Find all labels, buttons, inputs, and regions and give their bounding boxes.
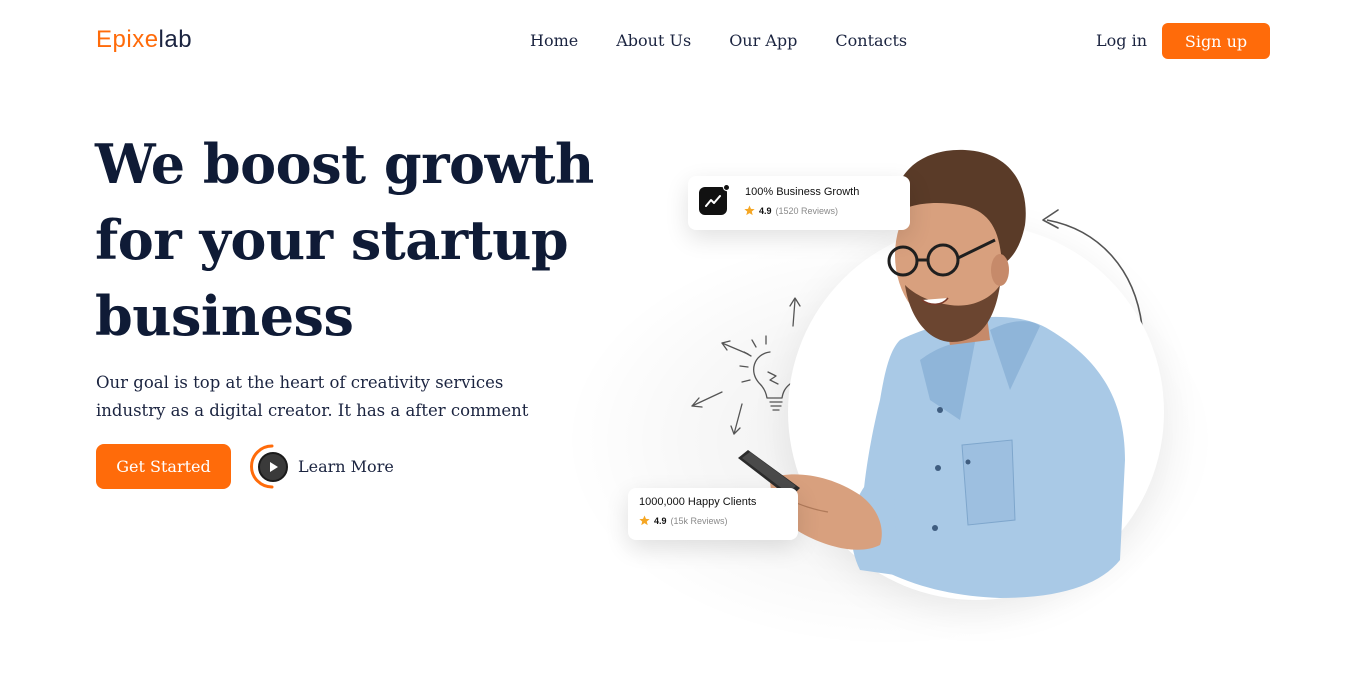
notification-dot [723,184,730,191]
star-icon [744,205,755,216]
growth-card-rating: 4.9 (1520 Reviews) [744,205,838,216]
star-icon [639,515,650,526]
hero-circle [788,224,1164,600]
clients-card-title: 1000,000 Happy Clients [639,496,757,508]
sketch-decoration [691,209,1143,435]
lightbulb-icon [691,297,801,435]
clients-review-count: (15k Reviews) [670,515,728,526]
growth-review-count: (1520 Reviews) [775,205,839,216]
clients-card: 1000,000 Happy Clients 4.9 (15k Reviews) [628,488,798,540]
growth-card: 100% Business Growth 4.9 (1520 Reviews) [688,176,910,230]
clients-card-rating: 4.9 (15k Reviews) [639,515,728,526]
growth-card-title: 100% Business Growth [745,186,860,198]
growth-rating-value: 4.9 [759,205,772,216]
trend-chart-icon [699,187,727,215]
clients-rating-value: 4.9 [654,515,667,526]
